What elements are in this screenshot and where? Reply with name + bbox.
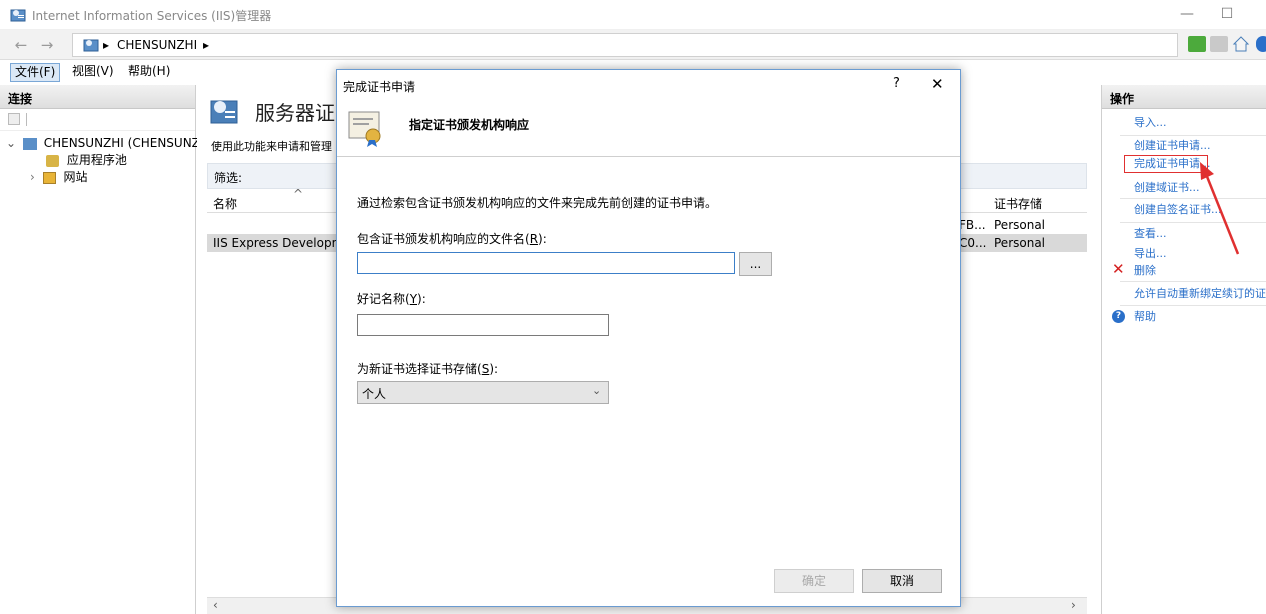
ok-button[interactable]: 确定 [774, 569, 854, 593]
divider [1120, 135, 1266, 136]
server-icon [83, 39, 99, 52]
browse-button[interactable]: ... [739, 252, 772, 276]
address-bar: ← → ▸ CHENSUNZHI ▸ [0, 30, 1266, 60]
file-name-label: 包含证书颁发机构响应的文件名(R): [357, 232, 547, 246]
complete-cert-request-dialog: 完成证书申请 ? ✕ 指定证书颁发机构响应 通过检索包含证书颁发机构响应的文件来… [336, 69, 961, 607]
action-help[interactable]: 帮助 [1134, 309, 1156, 325]
toolbar-separator [26, 113, 27, 126]
maximize-button[interactable]: ☐ [1212, 4, 1242, 24]
action-delete[interactable]: 删除 [1134, 263, 1156, 279]
back-button[interactable]: ← [8, 34, 34, 56]
actions-header: 操作 [1102, 85, 1266, 109]
connections-header: 连接 [0, 85, 195, 109]
tree-app-pools-label: 应用程序池 [66, 153, 127, 167]
column-store[interactable]: 证书存储 [994, 195, 1042, 212]
cert-store-select[interactable]: 个人 ⌄ [357, 381, 609, 404]
cell-store: Personal [994, 236, 1046, 250]
page-description: 使用此功能来申请和管理 [211, 140, 332, 153]
help-icon[interactable] [1256, 36, 1266, 52]
chevron-down-icon[interactable]: ⌄ [6, 136, 16, 150]
annotation-arrow [1200, 162, 1240, 255]
cell-hash: C0... [959, 236, 987, 250]
dialog-titlebar: 完成证书申请 ? ✕ [337, 70, 960, 100]
dialog-instruction: 通过检索包含证书颁发机构响应的文件来完成先前创建的证书申请。 [357, 196, 718, 210]
dialog-heading: 指定证书颁发机构响应 [409, 118, 530, 132]
cell-name: IIS Express Developme [213, 236, 351, 250]
app-pool-icon [46, 154, 59, 167]
breadcrumb-server[interactable]: CHENSUNZHI [117, 38, 197, 52]
file-name-input[interactable] [357, 252, 735, 274]
cancel-button[interactable]: 取消 [862, 569, 942, 593]
minimize-button[interactable]: — [1172, 4, 1202, 24]
scroll-right-icon[interactable]: › [1071, 598, 1076, 612]
mail-icon[interactable] [1210, 36, 1228, 52]
breadcrumb-arrow-icon[interactable]: ▸ [203, 38, 209, 52]
divider [1120, 305, 1266, 306]
cert-store-label: 为新证书选择证书存储(S): [357, 362, 499, 376]
sites-icon [42, 171, 56, 184]
save-icon[interactable] [1188, 36, 1206, 52]
certificate-feature-icon [210, 100, 238, 124]
action-auto-rebind[interactable]: 允许自动重新绑定续订的证 [1134, 286, 1266, 302]
connections-panel: 连接 ⌄ CHENSUNZHI (CHENSUNZ 应用程序池 › 网站 [0, 85, 200, 614]
delete-icon: ✕ [1112, 260, 1125, 278]
tree-app-pools[interactable]: 应用程序池 [46, 152, 127, 168]
cell-hash: FB... [959, 218, 986, 232]
dialog-header: 指定证书颁发机构响应 [337, 100, 960, 157]
home-icon[interactable] [1232, 35, 1250, 53]
chevron-right-icon[interactable]: › [30, 170, 35, 184]
help-icon: ? [1112, 310, 1125, 323]
friendly-name-label: 好记名称(Y): [357, 292, 426, 306]
chevron-down-icon: ⌄ [592, 384, 602, 397]
scroll-left-icon[interactable]: ‹ [213, 598, 218, 612]
dialog-title: 完成证书申请 [343, 80, 416, 94]
tree-server-label: CHENSUNZHI (CHENSUNZ [43, 136, 200, 150]
sort-arrow-icon: ^ [293, 187, 304, 201]
filter-label: 筛选: [214, 171, 243, 185]
connect-icon[interactable] [8, 113, 20, 125]
menu-help[interactable]: 帮助(H) [124, 63, 174, 82]
menu-view[interactable]: 视图(V) [68, 63, 118, 82]
address-box[interactable]: ▸ CHENSUNZHI ▸ [72, 33, 1178, 57]
connections-toolbar [0, 109, 195, 131]
breadcrumb-arrow-icon: ▸ [103, 38, 110, 52]
tree-sites[interactable]: › 网站 [30, 169, 87, 185]
forward-button[interactable]: → [34, 34, 60, 56]
cert-store-value: 个人 [362, 387, 387, 401]
action-view[interactable]: 查看... [1134, 226, 1167, 242]
action-import[interactable]: 导入... [1134, 115, 1167, 131]
cell-store: Personal [994, 218, 1046, 232]
action-create-request[interactable]: 创建证书申请... [1134, 138, 1211, 154]
action-export[interactable]: 导出... [1134, 246, 1167, 262]
server-icon [22, 137, 37, 150]
dialog-help-button[interactable]: ? [893, 76, 900, 91]
divider [1120, 281, 1266, 282]
column-name[interactable]: 名称 [213, 195, 237, 212]
menu-file[interactable]: 文件(F) [10, 63, 61, 82]
dialog-close-button[interactable]: ✕ [931, 75, 944, 93]
iis-app-icon [10, 9, 26, 22]
tree-server-node[interactable]: ⌄ CHENSUNZHI (CHENSUNZ [6, 135, 200, 151]
certificate-icon [348, 111, 381, 147]
tree-sites-label: 网站 [63, 170, 88, 184]
friendly-name-input[interactable] [357, 314, 609, 336]
window-titlebar: Internet Information Services (IIS)管理器 —… [0, 0, 1266, 30]
window-title: Internet Information Services (IIS)管理器 [32, 9, 272, 23]
